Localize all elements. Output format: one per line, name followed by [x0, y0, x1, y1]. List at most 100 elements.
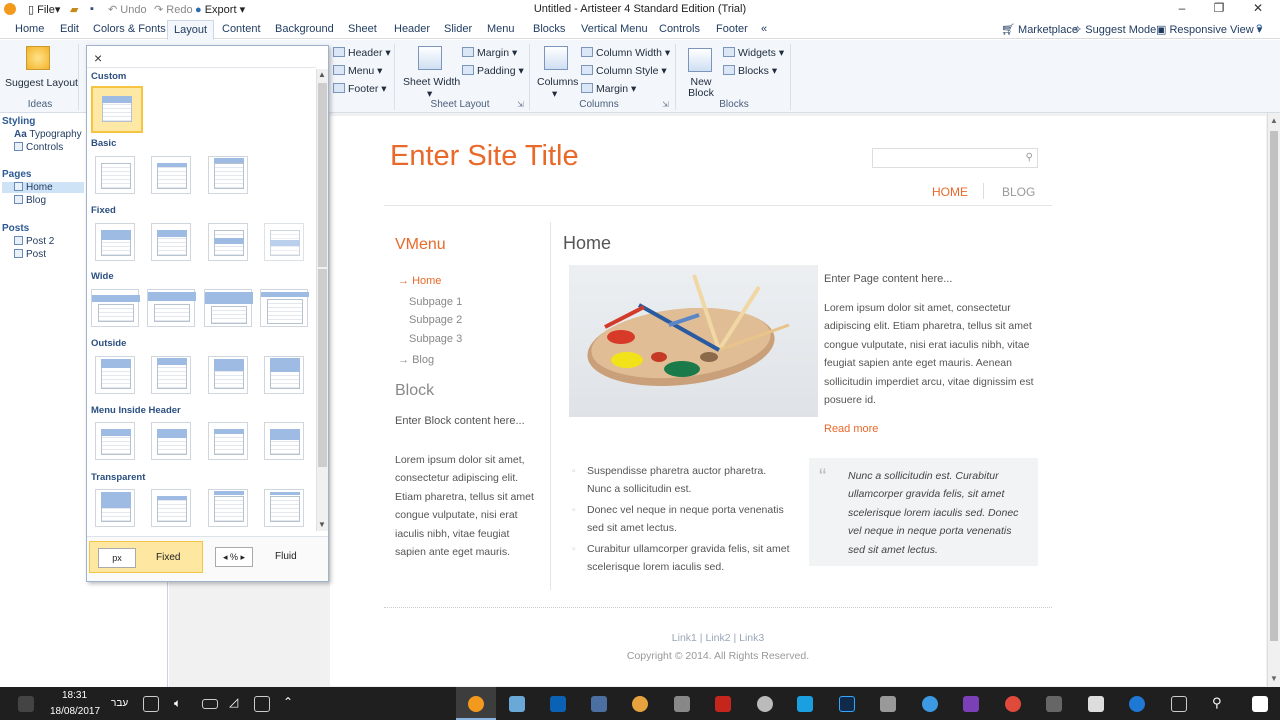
keyboard-icon[interactable] — [143, 696, 159, 712]
tab-vertical-menu[interactable]: Vertical Menu — [581, 23, 648, 35]
store-icon[interactable] — [1088, 696, 1104, 712]
tab-background[interactable]: Background — [275, 23, 334, 35]
scroll-thumb[interactable] — [318, 269, 327, 467]
close-popup-icon[interactable]: × — [94, 50, 102, 66]
layout-thumb[interactable] — [151, 422, 191, 460]
scroll-down-icon[interactable]: ▼ — [318, 520, 326, 529]
tab-controls[interactable]: Controls — [659, 23, 700, 35]
layout-thumb[interactable] — [147, 289, 196, 327]
help-icon[interactable]: ? — [1256, 23, 1262, 35]
nav-post-2[interactable]: Post 2 — [14, 236, 54, 247]
layout-thumb[interactable] — [208, 156, 248, 194]
windows-start-icon[interactable] — [1252, 696, 1268, 712]
tab-colors-fonts[interactable]: Colors & Fonts — [93, 23, 166, 35]
scroll-thumb[interactable] — [318, 83, 327, 267]
scroll-down-icon[interactable]: ▼ — [1270, 674, 1278, 683]
column-style-button[interactable]: Column Style ▾ — [581, 65, 667, 77]
layout-thumb[interactable] — [208, 356, 248, 394]
scroll-up-icon[interactable]: ▲ — [1270, 116, 1278, 125]
network-icon[interactable]: ◿ — [229, 695, 238, 709]
layout-thumb[interactable] — [208, 223, 248, 261]
columns-button[interactable]: Columns ▾ — [537, 76, 578, 100]
visual-studio-icon[interactable] — [963, 696, 979, 712]
action-center-icon[interactable] — [18, 696, 34, 712]
blocks-button[interactable]: Blocks ▾ — [723, 65, 777, 77]
responsive-view-button[interactable]: ▣ Responsive View ▾ — [1156, 23, 1262, 36]
vmenu-item-subpage-1[interactable]: Subpage 1 — [409, 296, 462, 308]
tab-home[interactable]: Home — [15, 23, 44, 35]
layout-thumb[interactable] — [151, 156, 191, 194]
layout-thumb[interactable] — [204, 289, 253, 327]
tab-edit[interactable]: Edit — [60, 23, 79, 35]
sheet-width-button[interactable]: Sheet Width ▾ — [403, 76, 460, 100]
app-icon[interactable] — [922, 696, 938, 712]
layout-thumb[interactable] — [95, 223, 135, 261]
vmenu-item-blog[interactable]: → Blog — [398, 354, 434, 366]
restore-icon[interactable]: ❐ — [1197, 1, 1241, 19]
scroll-thumb[interactable] — [1270, 131, 1278, 641]
tab-header[interactable]: Header — [394, 23, 430, 35]
nav-post[interactable]: Post — [14, 249, 46, 260]
close-icon[interactable]: ✕ — [1236, 1, 1280, 19]
app-icon[interactable] — [880, 696, 896, 712]
layout-thumb[interactable] — [95, 422, 135, 460]
fluid-width-button[interactable]: ◂ % ▸ Fluid — [211, 541, 325, 573]
site-nav-blog[interactable]: BLOG — [1002, 185, 1035, 199]
language-indicator[interactable]: עבר — [111, 698, 128, 709]
app-icon[interactable] — [632, 696, 648, 712]
layout-thumb[interactable] — [95, 356, 135, 394]
new-block-button[interactable]: New Block — [688, 77, 714, 99]
layout-thumb[interactable] — [91, 289, 140, 327]
layout-thumb-custom[interactable] — [91, 86, 143, 133]
app-icon[interactable] — [674, 696, 690, 712]
tab-footer[interactable]: Footer — [716, 23, 748, 35]
menu-button[interactable]: Menu ▾ — [333, 65, 382, 77]
nav-page-blog[interactable]: Blog — [14, 195, 46, 206]
layout-thumb[interactable] — [260, 289, 309, 327]
tab-collapse[interactable]: « — [761, 23, 767, 35]
tab-content[interactable]: Content — [222, 23, 261, 35]
vmenu-item-subpage-2[interactable]: Subpage 2 — [409, 314, 462, 326]
chrome-icon[interactable] — [1005, 696, 1021, 712]
fixed-width-button[interactable]: px Fixed — [89, 541, 203, 573]
layout-thumb[interactable] — [95, 156, 135, 194]
tab-layout[interactable]: Layout — [167, 20, 215, 40]
scroll-up-icon[interactable]: ▲ — [318, 70, 326, 79]
nav-controls[interactable]: Controls — [14, 142, 63, 153]
layout-thumb[interactable] — [95, 489, 135, 527]
tray-app-icon[interactable] — [254, 696, 270, 712]
marketplace-button[interactable]: 🛒︎ Marketplace — [1001, 23, 1078, 36]
nav-page-home[interactable]: Home — [2, 182, 84, 193]
layout-thumb[interactable] — [208, 489, 248, 527]
task-view-icon[interactable] — [1171, 696, 1187, 712]
tab-slider[interactable]: Slider — [444, 23, 472, 35]
site-title[interactable]: Enter Site Title — [390, 140, 579, 173]
settings-icon[interactable] — [757, 696, 773, 712]
padding-button[interactable]: Padding ▾ — [462, 65, 524, 77]
layout-thumb[interactable] — [264, 489, 304, 527]
app-icon[interactable] — [797, 696, 813, 712]
site-nav-home[interactable]: HOME — [932, 185, 968, 199]
clock-date[interactable]: 18/08/2017 — [50, 706, 100, 717]
layout-thumb[interactable] — [264, 223, 304, 261]
suggest-layout-button[interactable]: Suggest Layout — [5, 77, 78, 89]
columns-expand-icon[interactable]: ⇲ — [662, 100, 669, 109]
widgets-button[interactable]: Widgets ▾ — [723, 47, 784, 59]
layout-thumb[interactable] — [264, 356, 304, 394]
read-more-link[interactable]: Read more — [824, 423, 878, 435]
app-icon[interactable] — [591, 696, 607, 712]
layout-thumb[interactable] — [151, 489, 191, 527]
battery-icon[interactable] — [202, 699, 218, 709]
chevron-up-icon[interactable]: ⌃ — [283, 695, 293, 709]
clock-time[interactable]: 18:31 — [62, 690, 87, 701]
outlook-icon[interactable] — [550, 696, 566, 712]
vmenu-item-home[interactable]: → Home — [398, 275, 441, 287]
app-icon[interactable] — [1046, 696, 1062, 712]
search-icon[interactable]: ⚲ — [1026, 152, 1033, 163]
volume-icon[interactable]: 🔈︎ — [174, 696, 181, 711]
sheet-layout-expand-icon[interactable]: ⇲ — [517, 100, 524, 109]
column-margin-button[interactable]: Margin ▾ — [581, 83, 636, 95]
filezilla-icon[interactable] — [715, 696, 731, 712]
margin-button[interactable]: Margin ▾ — [462, 47, 517, 59]
edge-icon[interactable] — [1129, 696, 1145, 712]
